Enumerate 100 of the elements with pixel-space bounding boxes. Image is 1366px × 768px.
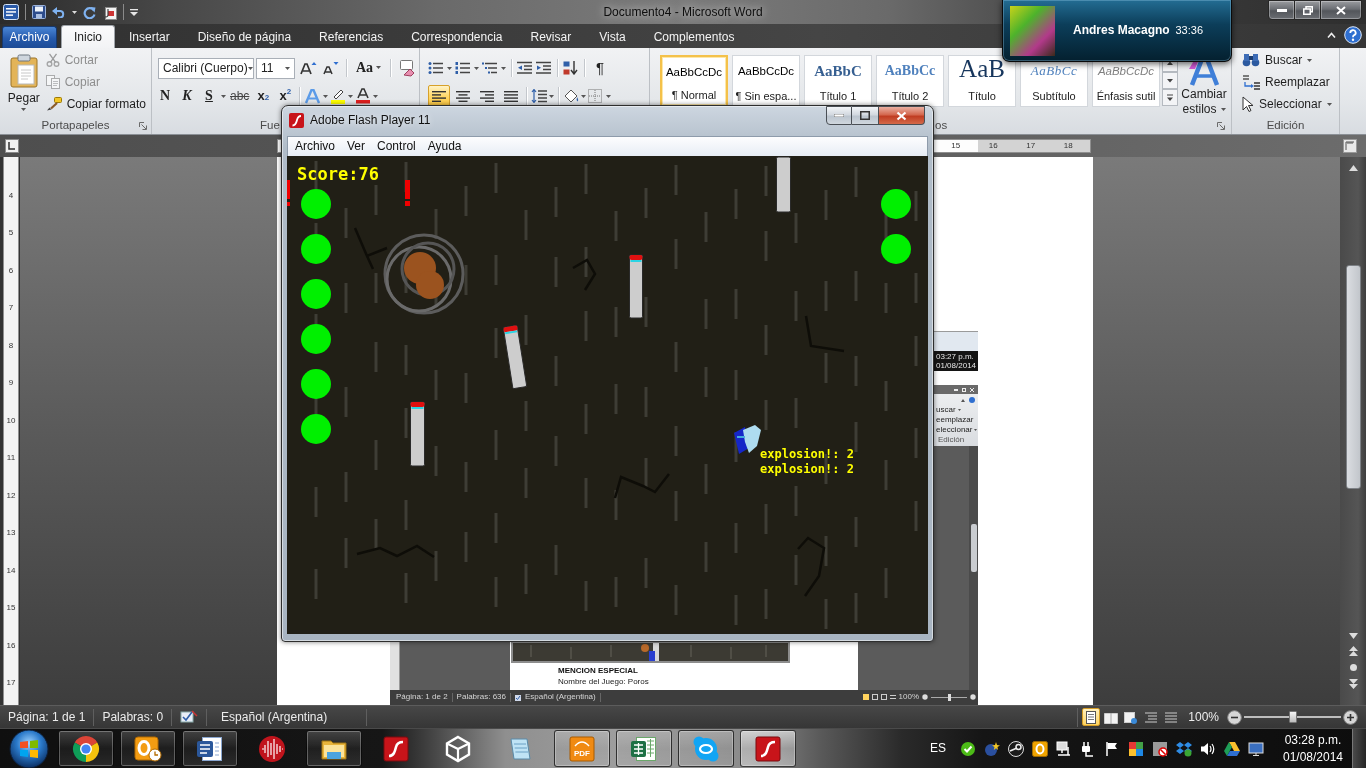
shading-icon[interactable] <box>563 89 579 103</box>
ribbon-tab[interactable]: Inicio <box>61 25 115 48</box>
line-spacing-icon[interactable] <box>531 89 547 103</box>
vertical-scrollbar[interactable] <box>1340 157 1366 705</box>
select-button[interactable]: Seleccionar <box>1240 93 1336 115</box>
minimize-button[interactable] <box>826 106 852 125</box>
scroll-down-icon[interactable] <box>1348 633 1358 639</box>
dialog-launcher-icon[interactable] <box>139 121 147 130</box>
help-icon[interactable] <box>1344 26 1362 44</box>
menu-item[interactable]: Ver <box>347 139 366 154</box>
language-indicator[interactable]: ES <box>930 741 946 756</box>
scroll-thumb[interactable] <box>1345 265 1361 489</box>
clear-formatting-icon[interactable] <box>398 59 416 77</box>
caret-icon[interactable] <box>474 66 479 70</box>
previous-page-icon[interactable] <box>1348 646 1358 656</box>
collapse-ribbon-icon[interactable] <box>1327 32 1336 38</box>
ribbon-tab[interactable]: Complementos <box>639 26 749 48</box>
menu-item[interactable]: Control <box>377 139 416 154</box>
maximize-button[interactable] <box>852 106 879 125</box>
bold-button[interactable]: N <box>155 85 175 107</box>
browse-object-icon[interactable] <box>1348 663 1358 672</box>
save-icon[interactable] <box>32 5 46 19</box>
gallery-down-icon[interactable] <box>1162 72 1178 89</box>
style-option[interactable]: AaBbCc Título 2 <box>876 55 944 107</box>
redo-icon[interactable] <box>83 5 96 19</box>
find-button[interactable]: Buscar <box>1240 49 1336 71</box>
undo-icon[interactable] <box>52 6 66 18</box>
increase-indent-icon[interactable] <box>536 61 552 75</box>
taskbar-button[interactable] <box>678 730 734 767</box>
maximize-button[interactable] <box>1295 0 1321 20</box>
paste-button[interactable]: Pegar <box>7 52 41 117</box>
style-option[interactable]: AaB Título <box>948 55 1016 107</box>
tile-ring-icon[interactable] <box>1032 740 1048 757</box>
taskbar-button[interactable] <box>182 730 238 767</box>
view-button[interactable] <box>1082 708 1101 726</box>
caret-icon[interactable] <box>221 94 226 98</box>
gallery-more-icon[interactable] <box>1162 89 1178 106</box>
next-page-icon[interactable] <box>1348 679 1358 689</box>
volume-icon[interactable] <box>1200 740 1216 757</box>
shrink-font-icon[interactable] <box>321 61 339 75</box>
formatting-marks-button[interactable]: ¶ <box>590 57 610 79</box>
blocked-icon[interactable] <box>1152 740 1168 757</box>
font-color-icon[interactable] <box>355 88 372 104</box>
taskbar-button[interactable] <box>740 730 796 767</box>
ring-icon[interactable] <box>1008 740 1024 757</box>
word-count[interactable]: Palabras: 0 <box>94 708 173 726</box>
format-painter-button[interactable]: Copiar formato <box>43 93 148 115</box>
plug-icon[interactable] <box>1080 740 1096 757</box>
notification-popup[interactable]: Andres Macagno 33:36 <box>1002 0 1232 62</box>
strikethrough-button[interactable]: abc <box>228 85 252 107</box>
ribbon-tab[interactable]: Vista <box>585 26 640 48</box>
ribbon-tab[interactable]: Revisar <box>516 26 586 48</box>
caret-icon[interactable] <box>549 94 554 98</box>
italic-button[interactable]: K <box>177 85 197 107</box>
caret-icon[interactable] <box>606 94 611 98</box>
ribbon-tab[interactable]: Correspondencia <box>397 26 517 48</box>
menu-item[interactable]: Archivo <box>295 139 335 154</box>
display-icon[interactable] <box>1248 740 1264 757</box>
tab-selector-icon[interactable] <box>5 139 19 153</box>
clock[interactable]: 03:28 p.m. 01/08/2014 <box>1278 731 1348 766</box>
align-button[interactable] <box>428 85 450 107</box>
mosaic-icon[interactable] <box>1128 740 1144 757</box>
font-name-dropdown[interactable]: Calibri (Cuerpo) <box>158 57 254 79</box>
decrease-indent-icon[interactable] <box>517 61 533 75</box>
sort-icon[interactable] <box>563 61 579 75</box>
check-icon[interactable] <box>960 740 976 757</box>
taskbar-button[interactable] <box>616 730 672 767</box>
minimize-button[interactable] <box>1268 0 1295 20</box>
change-case-button[interactable]: Aa <box>353 59 383 77</box>
close-button[interactable] <box>879 106 925 125</box>
style-option[interactable]: AaBbCcDc ¶ Sin espa... <box>732 55 800 107</box>
caret-icon[interactable] <box>72 10 77 14</box>
taskbar-button[interactable] <box>120 730 176 767</box>
slider-thumb[interactable] <box>1288 711 1297 723</box>
taskbar-button[interactable] <box>58 730 114 767</box>
network-icon[interactable] <box>1056 740 1072 757</box>
caret-icon[interactable] <box>581 94 586 98</box>
start-button[interactable] <box>9 728 49 768</box>
underline-button[interactable]: S <box>199 85 219 107</box>
flag-icon[interactable] <box>1104 740 1120 757</box>
language-indicator[interactable]: Español (Argentina) <box>207 708 368 726</box>
close-button[interactable] <box>1321 0 1362 20</box>
show-desktop-button[interactable] <box>1352 729 1366 768</box>
ribbon-tab[interactable]: Diseño de página <box>183 26 306 48</box>
ribbon-tab[interactable]: Referencias <box>305 26 398 48</box>
proofing-icon[interactable] <box>180 709 199 725</box>
customize-menu-icon[interactable] <box>130 8 138 16</box>
page-count[interactable]: Página: 1 de 1 <box>0 708 95 726</box>
document-app-icon[interactable] <box>3 4 19 20</box>
caret-icon[interactable] <box>373 94 379 98</box>
sync-box-icon[interactable] <box>1176 740 1192 757</box>
zoom-level[interactable]: 100% <box>1188 709 1219 725</box>
caret-icon[interactable] <box>348 94 354 98</box>
caret-icon[interactable] <box>323 94 329 98</box>
taskbar-button[interactable] <box>306 730 362 767</box>
zoom-in-icon[interactable] <box>1343 709 1358 725</box>
replace-button[interactable]: Reemplazar <box>1240 71 1336 93</box>
triangle-icon[interactable] <box>1224 740 1240 757</box>
file-tab[interactable]: Archivo <box>2 26 57 48</box>
highlighter-icon[interactable] <box>330 88 347 104</box>
